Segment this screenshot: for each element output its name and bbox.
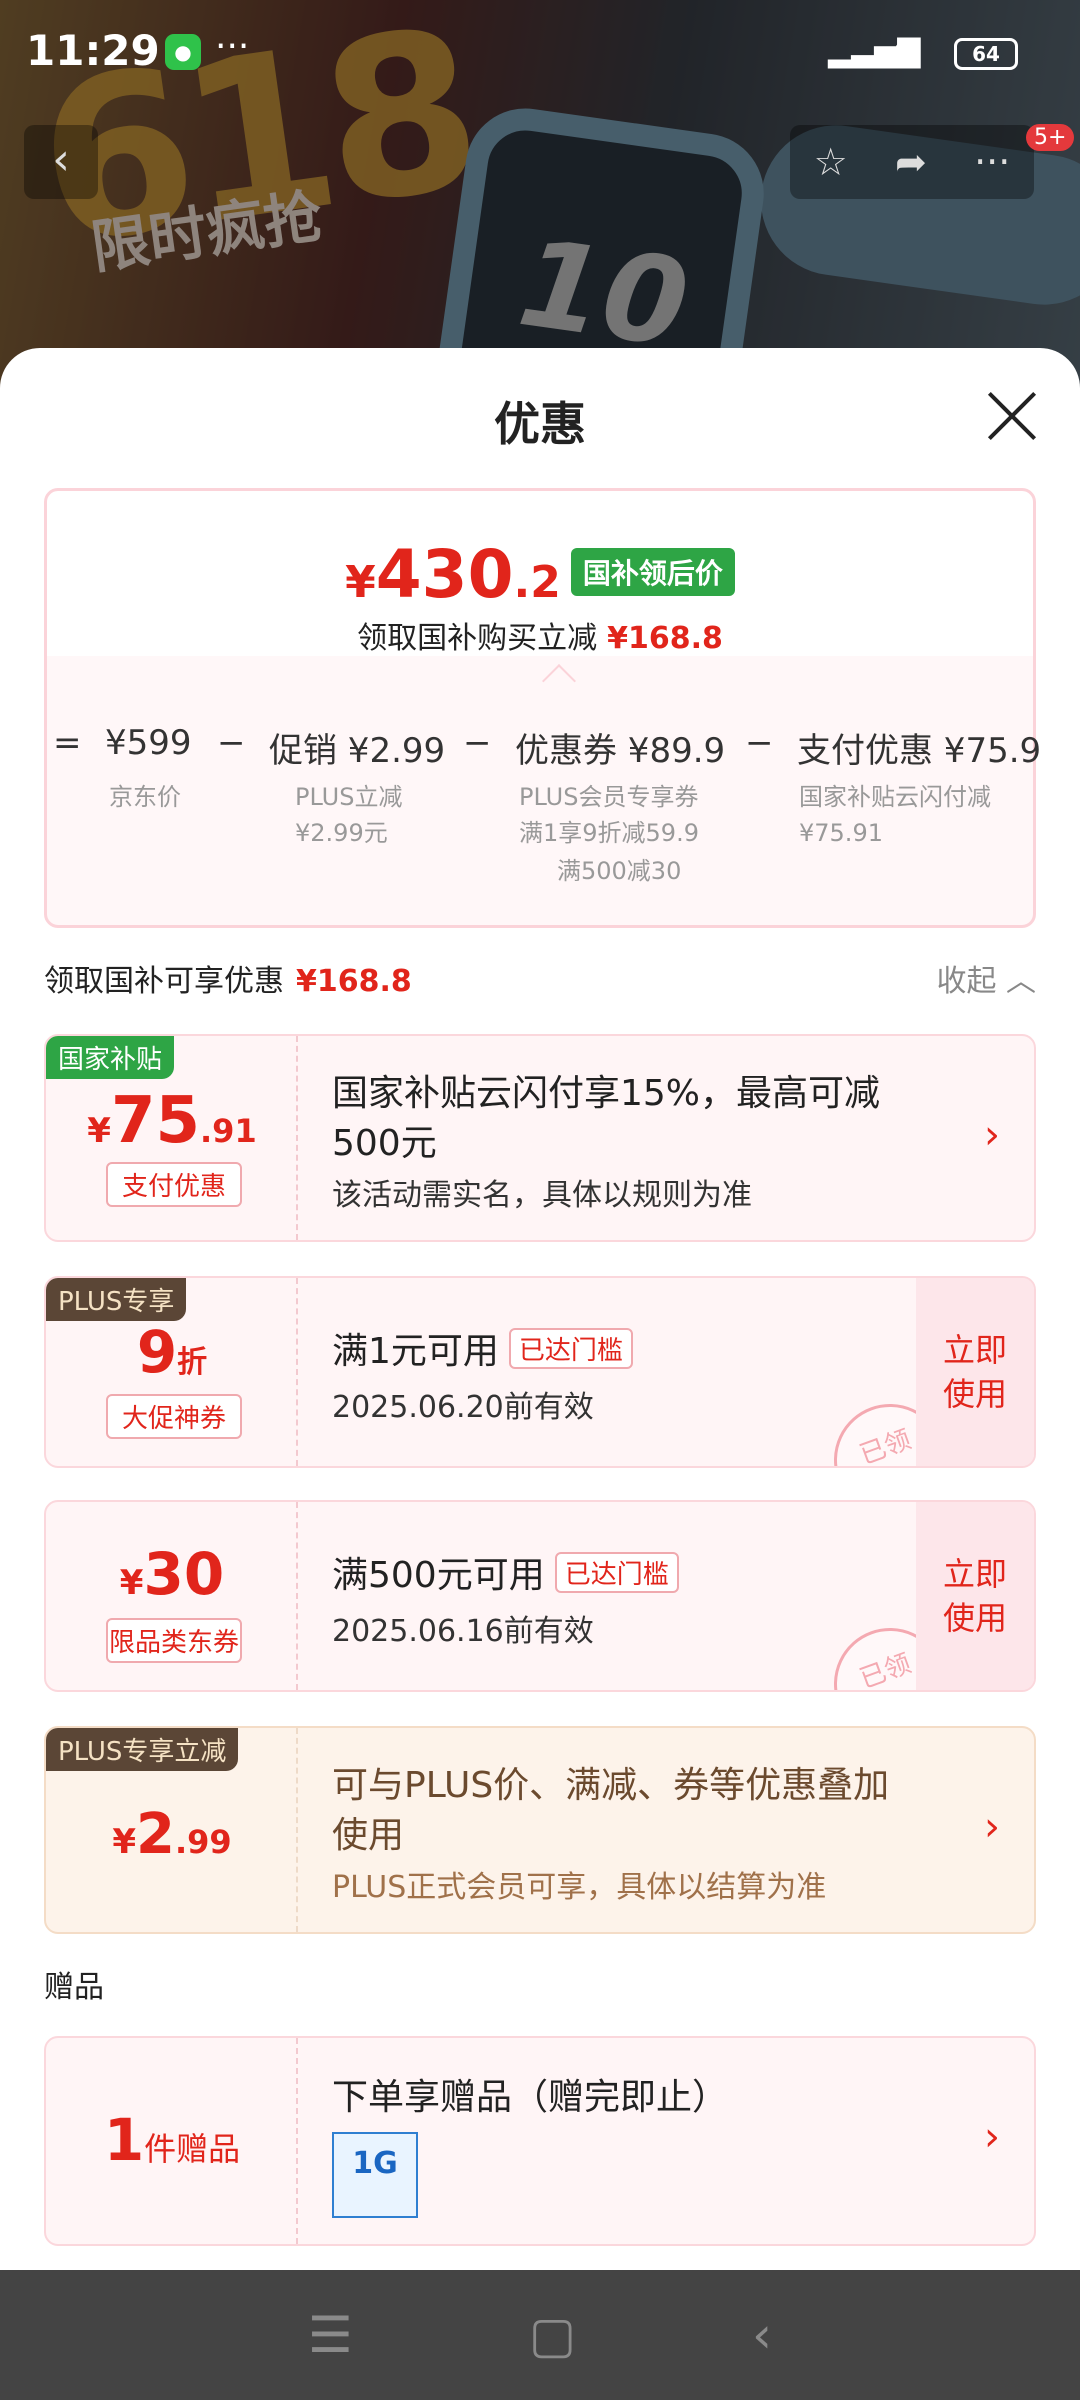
gift-count: 1件赠品 — [103, 2106, 241, 2174]
formula-item: 优惠券 ¥89.9 — [515, 731, 726, 771]
gift-card[interactable]: 1件赠品 下单享赠品（赠完即止） 1G › — [44, 2036, 1036, 2246]
formula-op: − — [217, 723, 246, 763]
page-actions: ☆ ➦ ··· — [790, 125, 1034, 199]
coupon-amount: ¥75.91 — [87, 1084, 257, 1158]
battery-icon: 64 — [954, 38, 1018, 70]
sheet-title: 优惠 — [494, 397, 586, 451]
status-time: 11:29 — [26, 26, 160, 75]
back-nav-icon[interactable]: ‹ — [752, 2306, 772, 2364]
coupon-condition: 满500元可用 已达门槛 — [332, 1546, 679, 1598]
coupon-type: 限品类东券 — [106, 1618, 242, 1663]
plus-note: PLUS正式会员可享，具体以结算为准 — [332, 1870, 827, 1905]
formula-item: 促销 ¥2.99 — [269, 731, 446, 771]
price-summary: ¥430.2 国补领后价 领取国补购买立减 ¥168.8 = ¥599 京东价 − … — [44, 488, 1041, 928]
threshold-badge: 已达门槛 — [508, 1328, 633, 1369]
menu-icon[interactable]: ☰ — [308, 2306, 353, 2364]
chevron-right-icon: › — [984, 1804, 1000, 1850]
discount-sheet: 优惠 ¥430.2 国补领后价 领取国补购买立减 ¥168.8 = ¥599 京东价… — [0, 348, 1080, 2270]
home-icon[interactable]: ▢ — [529, 2306, 576, 2364]
chevron-right-icon: › — [984, 2114, 1000, 2160]
coupon-note: 该活动需实名，具体以规则为准 — [332, 1178, 752, 1213]
coupon-condition: 满1元可用 已达门槛 — [332, 1322, 633, 1374]
more-icon[interactable]: ··· — [974, 140, 1010, 184]
favorite-icon[interactable]: ☆ — [814, 140, 848, 184]
formula-op: − — [745, 723, 774, 763]
wechat-icon: ● — [165, 34, 201, 70]
gift-image: 1G — [332, 2132, 418, 2218]
chevron-up-icon: ︿ — [1006, 964, 1036, 999]
wifi-icon: ◠ — [893, 30, 921, 68]
formula-item: 支付优惠 ¥75.9 — [797, 731, 1042, 771]
collapse-button[interactable]: 收起 ︿ — [936, 956, 1036, 1000]
use-now-button[interactable]: 立即 使用 — [916, 1502, 1034, 1690]
formula-op: − — [463, 723, 492, 763]
notification-badge: 5+ — [1026, 124, 1075, 151]
price-subtext: 领取国补购买立减 ¥168.8 — [357, 621, 723, 656]
coupon-amount: 9折 — [136, 1318, 208, 1386]
formula-op: = — [53, 723, 82, 763]
plus-desc: 可与PLUS价、满减、券等优惠叠加 — [332, 1765, 890, 1806]
coupon-amount: ¥2.99 — [112, 1802, 232, 1867]
coupon-expiry: 2025.06.16前有效 — [332, 1614, 594, 1649]
subsidy-tag: 国家补贴 — [46, 1036, 175, 1079]
coupon-card-plus-discount: PLUS专享 9折 大促神券 满1元可用 已达门槛 2025.06.20前有效 已… — [44, 1276, 1036, 1468]
coupon-amount: ¥30 — [119, 1540, 225, 1608]
coupon-type: 大促神券 — [106, 1394, 242, 1439]
plus-desc-cont: 使用 — [332, 1815, 405, 1856]
chevron-right-icon: › — [984, 1112, 1000, 1158]
gift-title: 下单享赠品（赠完即止） — [332, 2077, 729, 2118]
coupon-card-plus-reduction[interactable]: PLUS专享立减 ¥2.99 可与PLUS价、满减、券等优惠叠加 使用 PLUS… — [44, 1726, 1036, 1934]
more-notifications-icon: ··· — [215, 26, 250, 67]
coupon-expiry: 2025.06.20前有效 — [332, 1390, 594, 1425]
benefits-header: 领取国补可享优惠 ¥168.8 — [44, 964, 412, 999]
back-button[interactable]: ‹ — [24, 125, 98, 199]
close-icon[interactable] — [984, 388, 1040, 444]
price-tag: 国补领后价 — [570, 548, 735, 596]
threshold-badge: 已达门槛 — [554, 1552, 679, 1593]
share-icon[interactable]: ➦ — [895, 140, 927, 184]
coupon-desc-cont: 500元 — [332, 1123, 437, 1164]
formula-item: ¥599 — [105, 723, 192, 763]
gift-section-label: 赠品 — [44, 1970, 104, 2005]
final-price: ¥430.2 国补领后价 — [47, 536, 1033, 613]
plus-tag: PLUS专享 — [46, 1278, 187, 1321]
status-bar: 11:29 ● ··· ▂▃▅▇ ◠ 64 — [0, 0, 1080, 110]
coupon-desc: 国家补贴云闪付享15%，最高可减 — [332, 1073, 881, 1114]
system-nav-bar: ☰ ▢ ‹ — [0, 2270, 1080, 2400]
coupon-card-jd-coupon: ¥30 限品类东券 满500元可用 已达门槛 2025.06.16前有效 已领 立… — [44, 1500, 1036, 1692]
plus-reduction-tag: PLUS专享立减 — [46, 1728, 239, 1771]
use-now-button[interactable]: 立即 使用 — [916, 1278, 1034, 1466]
coupon-card-subsidy[interactable]: 国家补贴 ¥75.91 支付优惠 国家补贴云闪付享15%，最高可减 500元 该… — [44, 1034, 1036, 1242]
coupon-type: 支付优惠 — [106, 1162, 242, 1207]
